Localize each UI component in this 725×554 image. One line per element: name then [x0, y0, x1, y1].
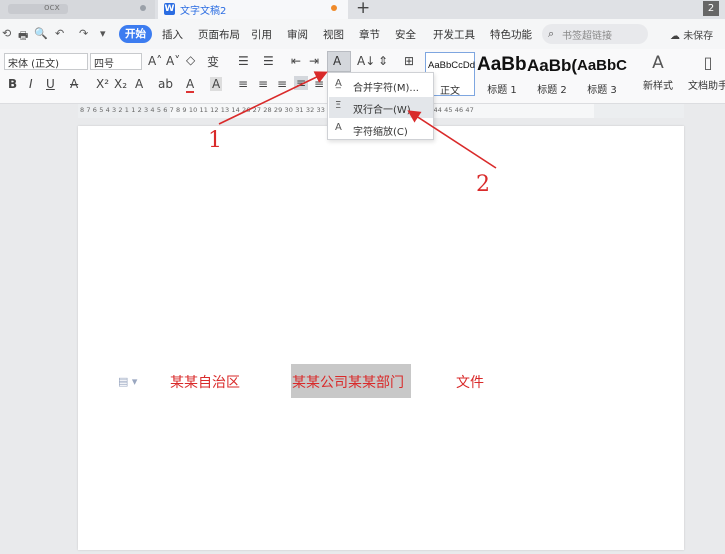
annotation-arrows: [218, 71, 497, 169]
arrow-1: [218, 71, 328, 125]
arrow-2: [407, 110, 497, 169]
annotation-label-2: 2: [476, 172, 490, 197]
annotation-label-1: 1: [208, 128, 222, 153]
